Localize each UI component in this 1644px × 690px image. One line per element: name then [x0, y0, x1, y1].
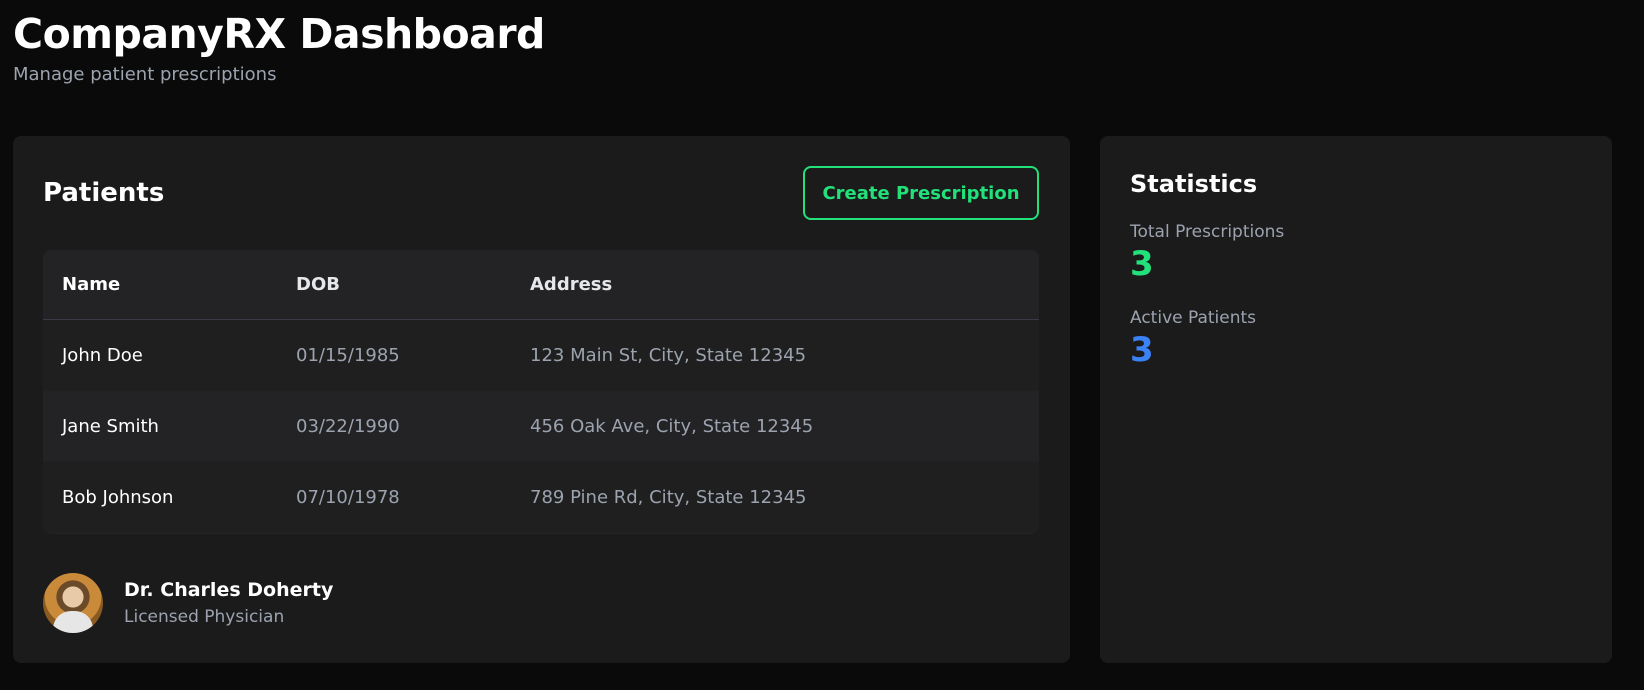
patient-address: 456 Oak Ave, City, State 12345: [530, 415, 814, 437]
patient-name: Bob Johnson: [62, 487, 174, 508]
doctor-name: Dr. Charles Doherty: [124, 579, 334, 601]
patient-address: 123 Main St, City, State 12345: [530, 344, 807, 366]
table-row[interactable]: John Doe 01/15/1985 123 Main St, City, S…: [43, 320, 1039, 391]
stat-label-active-patients: Active Patients: [1130, 308, 1257, 328]
patient-dob: 01/15/1985: [296, 344, 400, 366]
avatar: [43, 573, 103, 633]
patient-dob: 03/22/1990: [296, 415, 400, 437]
patient-name: John Doe: [62, 344, 143, 366]
patients-table: Name DOB Address John Doe 01/15/1985 123…: [43, 250, 1039, 534]
statistics-title: Statistics: [1130, 170, 1258, 198]
column-header-dob: DOB: [296, 274, 340, 295]
table-header: Name DOB Address: [43, 250, 1039, 320]
page-subtitle: Manage patient prescriptions: [13, 64, 277, 85]
stat-label-total-prescriptions: Total Prescriptions: [1130, 222, 1285, 242]
patients-card: Patients Create Prescription Name DOB Ad…: [13, 136, 1070, 663]
stat-value-total-prescriptions: 3: [1130, 244, 1154, 284]
doctor-info: Dr. Charles Doherty Licensed Physician: [124, 579, 333, 627]
stat-value-active-patients: 3: [1130, 330, 1154, 370]
column-header-address: Address: [530, 274, 613, 295]
create-prescription-button[interactable]: Create Prescription: [803, 166, 1039, 220]
table-row[interactable]: Jane Smith 03/22/1990 456 Oak Ave, City,…: [43, 391, 1039, 462]
patient-name: Jane Smith: [62, 415, 159, 437]
patient-address: 789 Pine Rd, City, State 12345: [530, 487, 807, 508]
page-title: CompanyRX Dashboard: [13, 10, 545, 58]
doctor-profile: Dr. Charles Doherty Licensed Physician: [43, 573, 333, 633]
statistics-card: Statistics Total Prescriptions 3 Active …: [1100, 136, 1612, 663]
table-row[interactable]: Bob Johnson 07/10/1978 789 Pine Rd, City…: [43, 462, 1039, 533]
column-header-name: Name: [62, 274, 121, 295]
page-header: CompanyRX Dashboard Manage patient presc…: [13, 8, 545, 85]
patient-dob: 07/10/1978: [296, 487, 400, 508]
patients-title: Patients: [43, 178, 165, 208]
doctor-role: Licensed Physician: [124, 607, 285, 627]
